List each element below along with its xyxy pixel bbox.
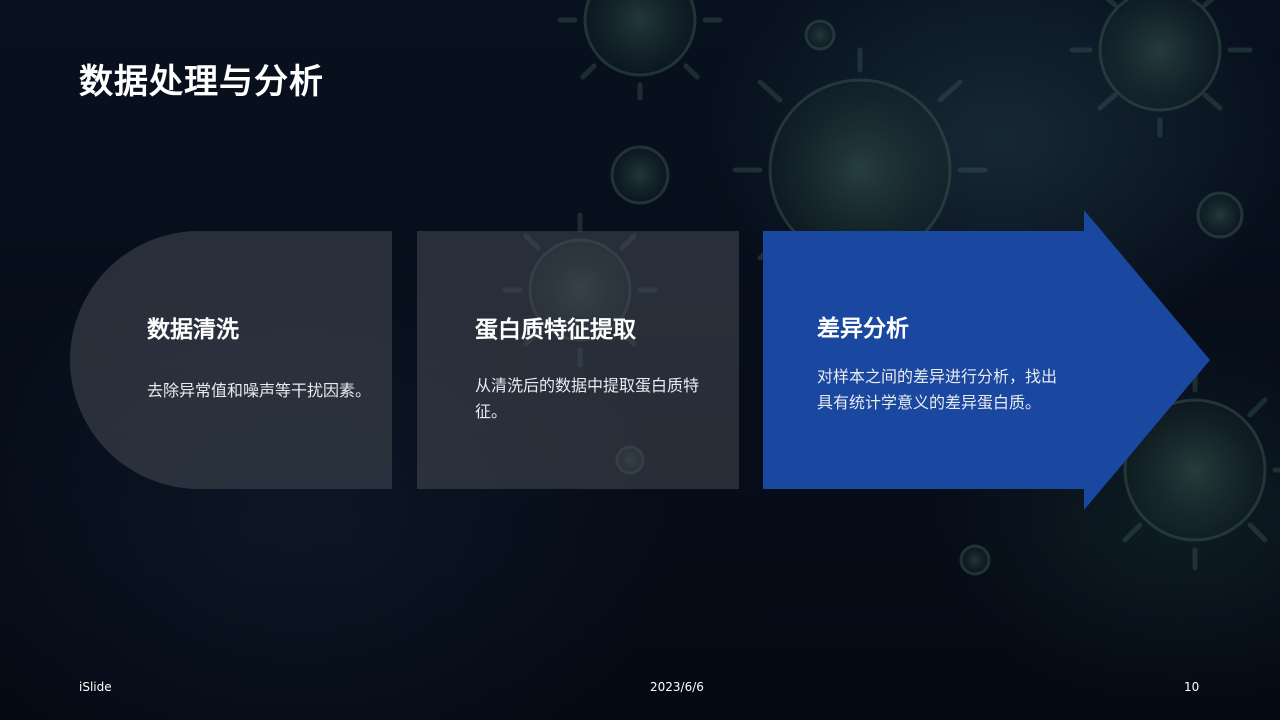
slide: 数据处理与分析 数据清洗 去除异常值和噪声等干扰因素。 蛋白质特征提取 从清洗后…	[0, 0, 1280, 720]
step-description: 去除异常值和噪声等干扰因素。	[147, 381, 372, 400]
step-card-data-cleaning: 数据清洗 去除异常值和噪声等干扰因素。	[70, 231, 392, 489]
footer-brand: iSlide	[79, 680, 112, 694]
page-title: 数据处理与分析	[79, 62, 324, 102]
step-description: 对样本之间的差异进行分析，找出具有统计学意义的差异蛋白质。	[817, 367, 1058, 412]
arrow-shape-icon	[763, 210, 1210, 510]
step-title: 数据清洗	[147, 317, 239, 343]
step-description: 从清洗后的数据中提取蛋白质特征。	[475, 376, 700, 421]
footer-page-number: 10	[1184, 680, 1200, 694]
step-title: 蛋白质特征提取	[475, 317, 636, 343]
step-title: 差异分析	[817, 316, 909, 342]
step-card-feature-extraction: 蛋白质特征提取 从清洗后的数据中提取蛋白质特征。	[417, 231, 739, 489]
footer-date: 2023/6/6	[650, 680, 704, 694]
step-card-differential-analysis: 差异分析 对样本之间的差异进行分析，找出具有统计学意义的差异蛋白质。	[763, 210, 1210, 510]
